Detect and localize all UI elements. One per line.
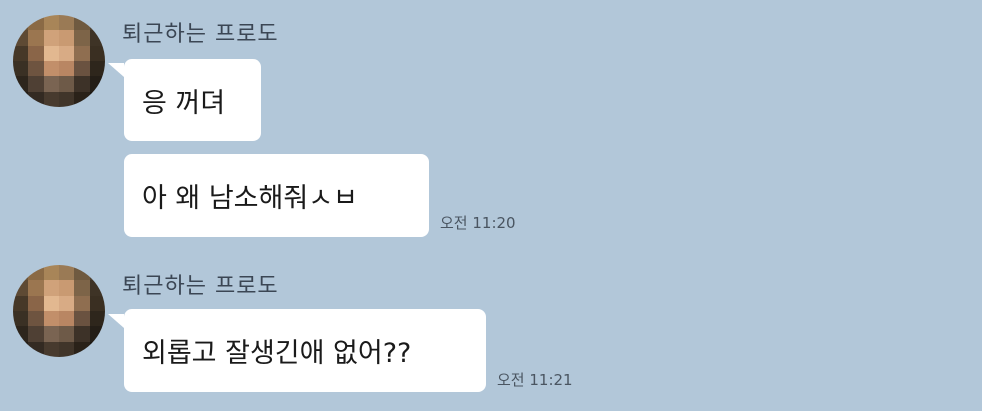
avatar-mosaic-pixel [13, 76, 29, 92]
avatar-mosaic-pixel [74, 91, 90, 107]
avatar-mosaic-pixel [89, 295, 105, 311]
avatar-mosaic-pixel [13, 15, 29, 31]
avatar-mosaic-pixel [43, 295, 59, 311]
message-text: 외롭고 잘생긴애 없어?? [142, 338, 412, 369]
avatar-mosaic-pixel [43, 30, 59, 46]
avatar-mosaic-pixel [74, 76, 90, 92]
avatar-mosaic-pixel [13, 45, 29, 61]
avatar-mosaic-pixel [89, 76, 105, 92]
avatar-mosaic-pixel [43, 280, 59, 296]
avatar-mosaic-pixel [43, 45, 59, 61]
avatar-mosaic-pixel [43, 91, 59, 107]
avatar-mosaic-pixel [28, 60, 44, 77]
avatar-mosaic-pixel [28, 265, 44, 281]
avatar-mosaic-pixel [28, 30, 44, 46]
avatar-mosaic-pixel [28, 280, 44, 296]
avatar-mosaic-pixel [13, 341, 29, 357]
avatar-mosaic-pixel [13, 295, 29, 311]
avatar-mosaic-pixel [13, 60, 29, 77]
avatar-mosaic-pixel [43, 310, 59, 327]
sender-avatar[interactable] [13, 265, 105, 357]
bubble-tail [108, 63, 124, 77]
avatar-mosaic-pixel [74, 15, 90, 31]
avatar-mosaic-pixel [13, 30, 29, 46]
sender-avatar[interactable] [13, 15, 105, 107]
avatar-mosaic-pixel [89, 91, 105, 107]
avatar-mosaic-pixel [58, 45, 75, 61]
avatar-mosaic-pixel [89, 341, 105, 357]
avatar-mosaic-pixel [89, 30, 105, 46]
message-bubble[interactable]: 응 꺼뎌 [124, 59, 261, 141]
avatar-mosaic-pixel [28, 76, 44, 92]
avatar-mosaic-pixel [13, 310, 29, 327]
avatar-mosaic-pixel [74, 280, 90, 296]
message-timestamp: 오전 11:20 [440, 214, 516, 232]
avatar-mosaic-pixel [58, 326, 75, 342]
avatar-mosaic-pixel [28, 310, 44, 327]
avatar-mosaic-pixel [74, 341, 90, 357]
message-bubble[interactable]: 아 왜 남소해줘ㅅㅂ [124, 154, 429, 237]
avatar-mosaic-pixel [28, 91, 44, 107]
avatar-mosaic-pixel [58, 30, 75, 46]
avatar-mosaic-pixel [28, 45, 44, 61]
avatar-mosaic-pixel [74, 326, 90, 342]
avatar-mosaic-pixel [58, 310, 75, 327]
avatar-mosaic-pixel [28, 326, 44, 342]
avatar-mosaic-pixel [28, 15, 44, 31]
message-timestamp: 오전 11:21 [497, 371, 573, 389]
avatar-mosaic-pixel [89, 15, 105, 31]
avatar-mosaic-pixel [89, 265, 105, 281]
avatar-mosaic-pixel [28, 341, 44, 357]
avatar-mosaic-pixel [58, 76, 75, 92]
avatar-mosaic-pixel [43, 341, 59, 357]
sender-name: 퇴근하는 프로도 [122, 22, 279, 47]
avatar-mosaic-pixel [13, 91, 29, 107]
avatar-mosaic-pixel [58, 341, 75, 357]
avatar-mosaic-pixel [43, 326, 59, 342]
avatar-mosaic-pixel [74, 45, 90, 61]
avatar-mosaic-pixel [58, 280, 75, 296]
avatar-mosaic-pixel [58, 60, 75, 77]
avatar-mosaic-pixel [74, 30, 90, 46]
avatar-mosaic-pixel [74, 310, 90, 327]
avatar-mosaic-pixel [58, 91, 75, 107]
avatar-mosaic-pixel [74, 295, 90, 311]
bubble-tail [108, 314, 124, 328]
avatar-mosaic-pixel [89, 280, 105, 296]
avatar-mosaic-pixel [28, 295, 44, 311]
avatar-mosaic-pixel [74, 265, 90, 281]
avatar-mosaic-pixel [89, 60, 105, 77]
avatar-mosaic-pixel [43, 60, 59, 77]
avatar-mosaic-pixel [43, 15, 59, 31]
message-bubble[interactable]: 외롭고 잘생긴애 없어?? [124, 309, 486, 392]
sender-name: 퇴근하는 프로도 [122, 274, 279, 299]
avatar-mosaic-pixel [58, 265, 75, 281]
avatar-mosaic-pixel [13, 280, 29, 296]
avatar-mosaic-pixel [58, 295, 75, 311]
avatar-mosaic-pixel [74, 60, 90, 77]
avatar-mosaic-pixel [89, 45, 105, 61]
message-text: 아 왜 남소해줘ㅅㅂ [142, 183, 358, 214]
avatar-mosaic-pixel [89, 326, 105, 342]
avatar-mosaic-pixel [89, 310, 105, 327]
avatar-mosaic-pixel [13, 326, 29, 342]
avatar-mosaic-pixel [43, 265, 59, 281]
avatar-mosaic-pixel [43, 76, 59, 92]
message-text: 응 꺼뎌 [142, 87, 226, 119]
avatar-mosaic-pixel [13, 265, 29, 281]
avatar-mosaic-pixel [58, 15, 75, 31]
